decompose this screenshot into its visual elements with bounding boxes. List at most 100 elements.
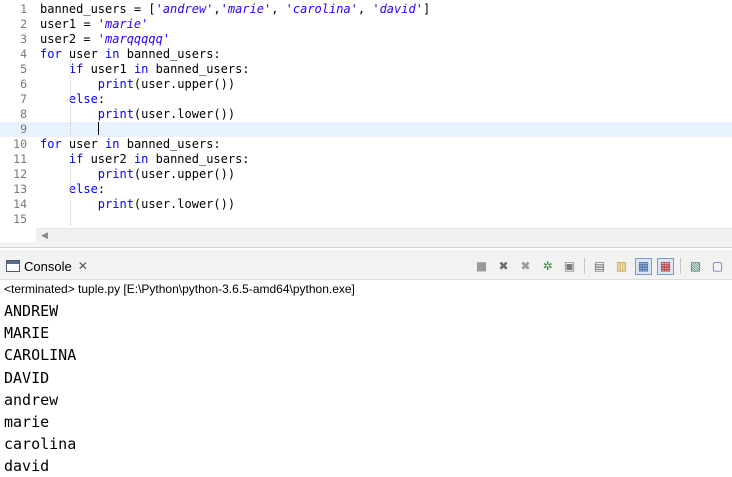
line-number: 10 [13, 137, 27, 151]
code-line[interactable]: 7 else: [0, 92, 732, 107]
string-token: 'carolina' [285, 2, 358, 16]
text-cursor [97, 122, 99, 135]
keyword-token: for [40, 47, 62, 61]
code-line[interactable]: 1 banned_users = ['andrew','marie', 'caro… [0, 2, 732, 17]
code-line[interactable]: 4 for user in banned_users: [0, 47, 732, 62]
indent-guide [70, 60, 71, 135]
line-number: 5 [20, 62, 27, 76]
display-console-icon[interactable]: ▢ [709, 258, 726, 275]
keyword-token: if [68, 152, 84, 166]
code-token: user1 [83, 62, 134, 76]
code-token: user2 = [40, 32, 98, 46]
show-on-error-icon[interactable]: ▦ [657, 257, 674, 275]
line-number: 13 [13, 182, 27, 196]
string-token: 'andrew' [155, 2, 214, 16]
code-line[interactable]: 3 user2 = 'marqqqqq' [0, 32, 732, 47]
clear-console-icon[interactable]: ▤ [591, 258, 608, 275]
code-line[interactable]: 6 print(user.upper()) [0, 77, 732, 92]
line-number: 15 [13, 212, 27, 226]
editor-horizontal-scrollbar[interactable]: ◀ [36, 228, 732, 242]
code-text[interactable]: for user in banned_users: [40, 47, 221, 62]
console-output[interactable]: ANDREW MARIE CAROLINA DAVID andrew marie carol… [4, 300, 76, 477]
keyword-token: in [105, 47, 120, 61]
code-token: banned_users: [119, 137, 221, 151]
code-token: user [61, 47, 106, 61]
code-text[interactable]: banned_users = ['andrew','marie', 'carol… [40, 2, 430, 17]
toolbar-separator [584, 258, 585, 274]
code-token: user [61, 137, 106, 151]
code-text[interactable]: user1 = 'marie' [40, 17, 148, 32]
keyword-token: print [97, 107, 134, 121]
console-output-line: ANDREW [4, 302, 59, 320]
keyword-token: in [133, 152, 149, 166]
code-token: user2 [83, 152, 134, 166]
string-token: 'marqqqqq' [97, 32, 171, 46]
code-token: , [213, 2, 221, 16]
remove-launch-icon[interactable]: ✖ [495, 258, 512, 275]
code-text[interactable]: if user2 in banned_users: [40, 152, 250, 167]
console-toolbar: ■ ✖ ✖ ✲ ▣ ▤ ▥ ▦ ▦ ▧ ▢ [473, 257, 732, 275]
terminate-icon[interactable]: ■ [473, 258, 490, 275]
code-text[interactable]: for user in banned_users: [40, 137, 221, 152]
close-icon[interactable]: ✕ [78, 259, 88, 273]
code-token: banned_users: [119, 47, 221, 61]
code-token: banned_users = [ [40, 2, 156, 16]
pin-console-icon[interactable]: ▧ [687, 258, 704, 275]
keyword-token: print [97, 77, 134, 91]
code-line[interactable]: 13 else: [0, 182, 732, 197]
code-line[interactable]: 9 [0, 122, 732, 137]
tab-console[interactable]: Console ✕ [2, 255, 92, 277]
line-number: 4 [20, 47, 27, 61]
keyword-token: else [68, 182, 98, 196]
code-editor[interactable]: 1 banned_users = ['andrew','marie', 'caro… [0, 0, 732, 248]
restart-icon[interactable]: ▣ [561, 258, 578, 275]
code-token: banned_users: [148, 152, 250, 166]
console-output-line: marie [4, 413, 50, 432]
console-output-line: david [4, 457, 50, 476]
keyword-token: in [133, 62, 149, 76]
toolbar-separator [680, 258, 681, 274]
keyword-token: else [68, 92, 98, 106]
code-token: , [357, 2, 373, 16]
code-line[interactable]: 5 if user1 in banned_users: [0, 62, 732, 77]
line-number: 12 [13, 167, 27, 181]
code-text[interactable]: user2 = 'marqqqqq' [40, 32, 170, 47]
code-token: (user.upper()) [133, 167, 236, 181]
scroll-lock-icon[interactable]: ▥ [613, 258, 630, 275]
code-text[interactable]: if user1 in banned_users: [40, 62, 250, 77]
code-line[interactable]: 15 [0, 212, 732, 227]
console-tab-label: Console [24, 258, 72, 274]
scroll-left-icon[interactable]: ◀ [41, 231, 48, 241]
code-text[interactable]: else: [40, 92, 105, 107]
code-token: (user.lower()) [133, 107, 236, 121]
code-token: , [271, 2, 286, 16]
debug-icon[interactable]: ✲ [539, 258, 556, 275]
code-line[interactable]: 12 print(user.upper()) [0, 167, 732, 182]
code-text[interactable]: else: [40, 182, 105, 197]
console-icon [6, 260, 20, 272]
keyword-token: if [68, 62, 84, 76]
code-line[interactable]: 11 if user2 in banned_users: [0, 152, 732, 167]
code-line[interactable]: 14 print(user.lower()) [0, 197, 732, 212]
code-line[interactable]: 10 for user in banned_users: [0, 137, 732, 152]
code-line[interactable]: 8 print(user.lower()) [0, 107, 732, 122]
console-output-line: CAROLINA [4, 346, 77, 365]
show-on-output-icon[interactable]: ▦ [635, 257, 652, 275]
line-number: 6 [20, 77, 27, 91]
line-number: 8 [20, 107, 27, 121]
keyword-token: in [105, 137, 120, 151]
line-number: 9 [20, 122, 27, 136]
console-output-line: carolina [4, 435, 77, 454]
remove-all-terminated-icon[interactable]: ✖ [517, 258, 534, 275]
code-token: banned_users: [148, 62, 250, 76]
line-number: 11 [13, 152, 27, 166]
string-token: 'marie' [97, 17, 149, 31]
code-line[interactable]: 2 user1 = 'marie' [0, 17, 732, 32]
